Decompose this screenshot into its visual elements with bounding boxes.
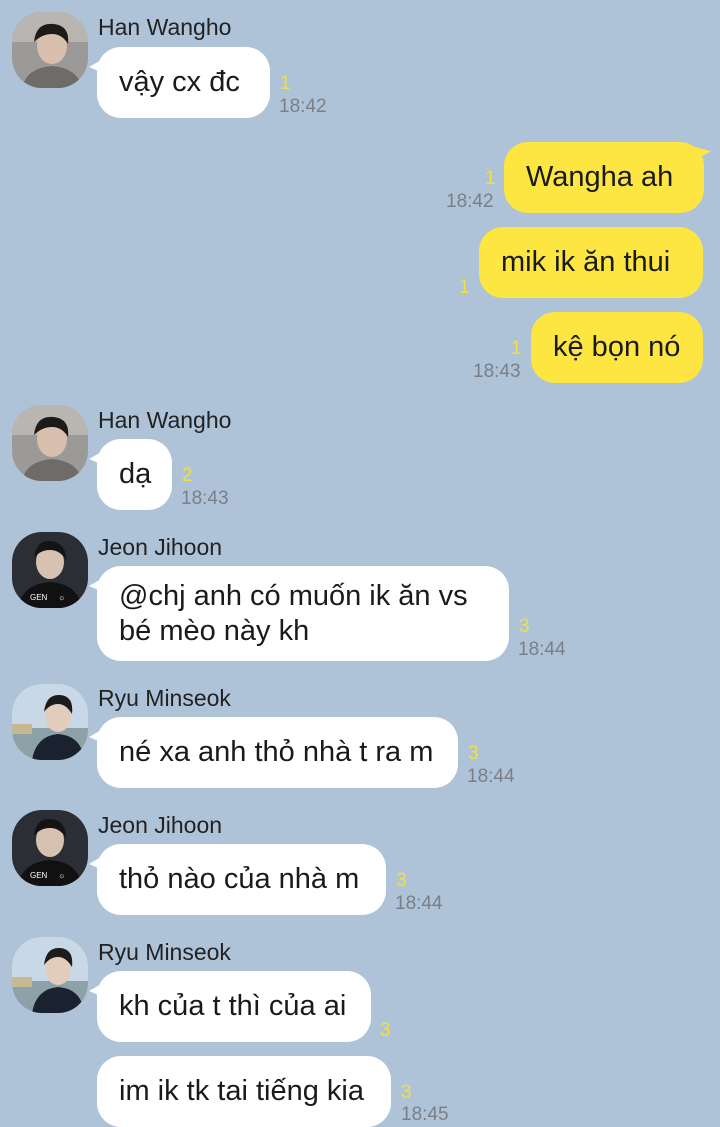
avatar-ryu-minseok[interactable] [12,684,88,760]
message-text: kệ bọn nó [553,331,681,363]
unread-count: 1 [485,168,496,189]
chat-message-list[interactable]: Han Wangho vậy cx đc 1 18:42 1 18:42 Wan… [0,0,720,1127]
avatar-jeon-jihoon[interactable]: GEN ☼ [12,810,88,886]
message-time: 18:45 [401,1104,449,1125]
avatar-image [12,12,88,88]
message-time: 18:42 [446,191,494,212]
unread-count: 1 [511,338,522,359]
message-bubble[interactable]: kh của t thì của ai [89,971,371,1042]
avatar-jeon-jihoon[interactable]: GEN ☼ [12,532,88,608]
sender-name: Han Wangho [98,407,232,433]
message-time: 18:42 [279,96,327,117]
unread-count: 2 [182,465,193,486]
message-time: 18:44 [467,766,515,787]
message-text: @chj anh có muốn ik ăn vs bé mèo này kh [119,579,468,649]
message-time: 18:44 [395,893,443,914]
avatar-han-wangho[interactable] [12,12,88,88]
my-message-bubble[interactable]: Wangha ah [504,142,704,213]
message-bubble[interactable]: dạ [89,439,172,510]
avatar-image [12,937,88,1013]
sender-name: Han Wangho [98,14,232,40]
avatar-image [12,405,88,481]
svg-text:GEN: GEN [30,871,48,880]
avatar-image: GEN ☼ [12,532,88,608]
message-text: im ik tk tai tiếng kia [119,1075,364,1107]
message-text: thỏ nào của nhà m [119,863,360,895]
unread-count: 1 [459,277,470,298]
svg-text:GEN: GEN [30,593,48,602]
message-text: kh của t thì của ai [119,990,347,1022]
message-time: 18:43 [473,361,521,382]
message-time: 18:43 [181,488,229,509]
avatar-image [12,684,88,760]
message-text: né xa anh thỏ nhà t ra m [119,736,434,768]
message-bubble[interactable]: thỏ nào của nhà m [89,844,386,915]
message-bubble[interactable]: @chj anh có muốn ik ăn vs bé mèo này kh [89,566,509,661]
unread-count: 3 [519,616,530,637]
message-text: mik ik ăn thui [501,246,671,278]
sender-name: Jeon Jihoon [98,534,223,560]
svg-text:☼: ☼ [58,593,65,602]
unread-count: 3 [380,1020,391,1041]
avatar-image: GEN ☼ [12,810,88,886]
avatar-han-wangho[interactable] [12,405,88,481]
svg-text:☼: ☼ [58,871,65,880]
message-text: dạ [119,458,152,490]
message-text: Wangha ah [526,161,674,193]
my-message-bubble[interactable]: mik ik ăn thui [479,227,703,298]
my-message-bubble[interactable]: kệ bọn nó [531,312,703,383]
message-bubble[interactable]: vậy cx đc [89,47,270,118]
sender-name: Ryu Minseok [98,685,231,711]
unread-count: 3 [396,870,407,891]
message-text-line-1: @chj anh có muốn ik ăn vs [119,580,468,612]
unread-count: 3 [468,743,479,764]
message-text-line-2: bé mèo này kh [119,615,310,647]
message-bubble[interactable]: im ik tk tai tiếng kia [97,1056,391,1127]
unread-count: 3 [401,1082,412,1103]
message-bubble[interactable]: né xa anh thỏ nhà t ra m [89,717,458,788]
unread-count: 1 [280,73,291,94]
message-time: 18:44 [518,639,566,660]
message-text: vậy cx đc [119,66,240,98]
sender-name: Ryu Minseok [98,939,231,965]
avatar-ryu-minseok[interactable] [12,937,88,1013]
sender-name: Jeon Jihoon [98,812,223,838]
